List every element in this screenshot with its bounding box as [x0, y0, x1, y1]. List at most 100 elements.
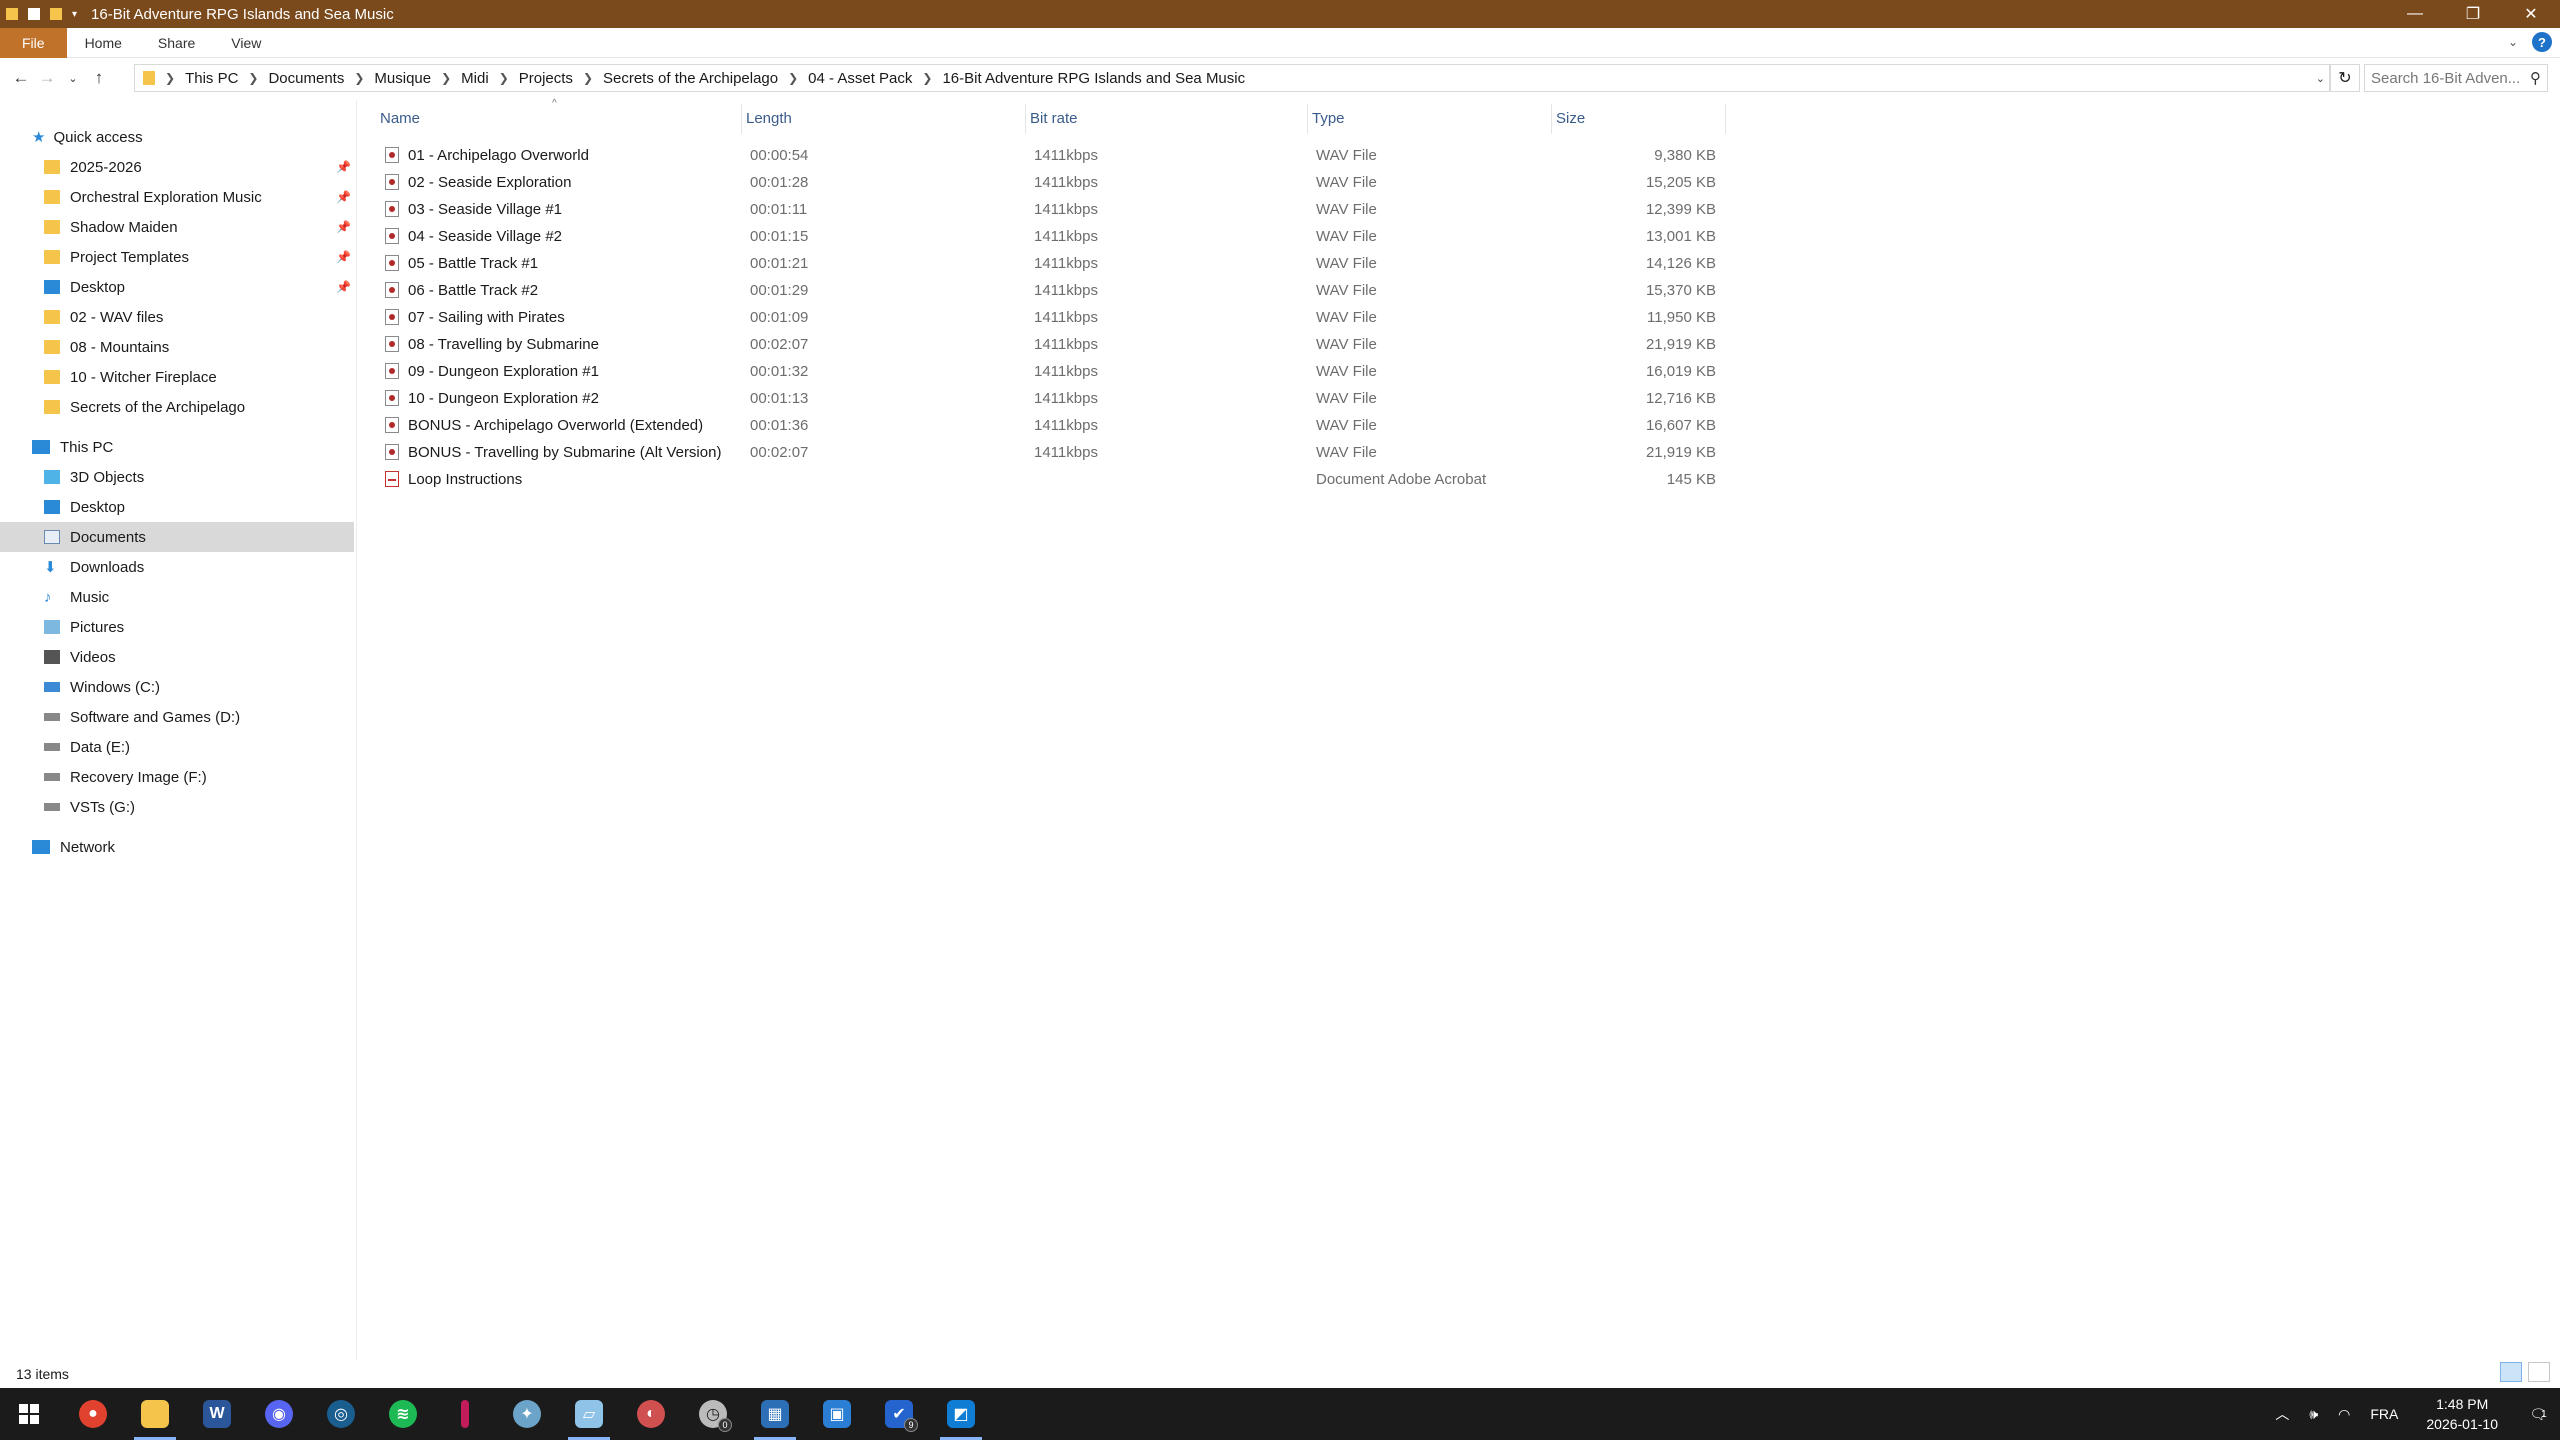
calculator-icon[interactable]: ▦ [744, 1388, 806, 1440]
column-header-type[interactable]: Type [1308, 104, 1552, 134]
column-header-length[interactable]: Length [742, 104, 1026, 134]
chevron-down-icon[interactable]: ⌄ [2316, 72, 2325, 85]
nav-item-documents[interactable]: Documents [0, 522, 354, 552]
chevron-right-icon[interactable]: ❯ [350, 71, 368, 85]
tab-home[interactable]: Home [67, 28, 140, 58]
app-icon[interactable]: ▱ [558, 1388, 620, 1440]
breadcrumb-asset-pack[interactable]: 04 - Asset Pack [802, 70, 918, 87]
refresh-button[interactable]: ↻ [2330, 64, 2360, 92]
file-row[interactable]: 07 - Sailing with Pirates 00:01:09 1411k… [376, 304, 1726, 331]
nav-item-downloads[interactable]: ⬇ Downloads [0, 552, 354, 582]
volume-icon[interactable]: 🕪 [2299, 1406, 2328, 1423]
file-row[interactable]: Loop Instructions Document Adobe Acrobat… [376, 466, 1726, 493]
chevron-right-icon[interactable]: ❯ [918, 71, 936, 85]
chevron-right-icon[interactable]: ❯ [579, 71, 597, 85]
large-icons-view-button[interactable] [2528, 1362, 2550, 1382]
chevron-right-icon[interactable]: ❯ [495, 71, 513, 85]
minimize-button[interactable]: — [2386, 0, 2444, 28]
nav-item-shadow-maiden[interactable]: Shadow Maiden 📌 [0, 212, 354, 242]
back-button[interactable]: ← [8, 68, 34, 88]
column-header-bitrate[interactable]: Bit rate [1026, 104, 1308, 134]
file-row[interactable]: BONUS - Travelling by Submarine (Alt Ver… [376, 439, 1726, 466]
file-row[interactable]: BONUS - Archipelago Overworld (Extended)… [376, 412, 1726, 439]
recent-locations-button[interactable]: ⌄ [60, 72, 86, 85]
nav-item-witcher-fireplace[interactable]: 10 - Witcher Fireplace [0, 362, 354, 392]
nav-network[interactable]: Network [0, 832, 354, 862]
qat-dropdown-icon[interactable]: ▾ [72, 9, 77, 20]
help-icon[interactable]: ? [2532, 32, 2552, 52]
photos-icon[interactable]: ◩ [930, 1388, 992, 1440]
app-icon[interactable]: ◐ [620, 1388, 682, 1440]
notification-center-button[interactable]: 🗨 1 [2516, 1406, 2560, 1423]
file-row[interactable]: 05 - Battle Track #1 00:01:21 1411kbps W… [376, 250, 1726, 277]
restore-button[interactable]: ❐ [2444, 0, 2502, 28]
nav-item-desktop-qa[interactable]: Desktop 📌 [0, 272, 354, 302]
close-button[interactable]: ✕ [2502, 0, 2560, 28]
chevron-right-icon[interactable]: ❯ [784, 71, 802, 85]
app-icon[interactable]: ✦ [496, 1388, 558, 1440]
tab-file[interactable]: File [0, 27, 67, 58]
wifi-icon[interactable]: ◠ [2328, 1406, 2360, 1423]
nav-item-drive-g[interactable]: VSTs (G:) [0, 792, 354, 822]
address-bar[interactable]: ❯ This PC ❯ Documents ❯ Musique ❯ Midi ❯… [134, 64, 2330, 92]
tab-share[interactable]: Share [140, 28, 213, 58]
nav-item-3d-objects[interactable]: 3D Objects [0, 462, 354, 492]
calendar-icon[interactable]: ▣ [806, 1388, 868, 1440]
nav-item-videos[interactable]: Videos [0, 642, 354, 672]
clock[interactable]: 1:48 PM 2026-01-10 [2408, 1394, 2516, 1434]
nav-item-drive-c[interactable]: Windows (C:) [0, 672, 354, 702]
file-row[interactable]: 01 - Archipelago Overworld 00:00:54 1411… [376, 142, 1726, 169]
todo-icon[interactable]: ✔ 9 [868, 1388, 930, 1440]
tab-view[interactable]: View [213, 28, 279, 58]
nav-item-drive-f[interactable]: Recovery Image (F:) [0, 762, 354, 792]
spotify-icon[interactable]: ≋ [372, 1388, 434, 1440]
breadcrumb-projects[interactable]: Projects [513, 70, 579, 87]
file-row[interactable]: 09 - Dungeon Exploration #1 00:01:32 141… [376, 358, 1726, 385]
properties-icon[interactable] [28, 8, 40, 20]
chevron-up-icon[interactable]: ︿ [2265, 1404, 2299, 1424]
breadcrumb-current[interactable]: 16-Bit Adventure RPG Islands and Sea Mus… [936, 70, 1251, 87]
nav-item-desktop[interactable]: Desktop [0, 492, 354, 522]
breadcrumb-musique[interactable]: Musique [368, 70, 437, 87]
breadcrumb-secrets[interactable]: Secrets of the Archipelago [597, 70, 784, 87]
breadcrumb-this-pc[interactable]: This PC [179, 70, 244, 87]
details-view-button[interactable] [2500, 1362, 2522, 1382]
nav-item-pictures[interactable]: Pictures [0, 612, 354, 642]
nav-item-secrets[interactable]: Secrets of the Archipelago [0, 392, 354, 422]
nav-item-drive-e[interactable]: Data (E:) [0, 732, 354, 762]
column-header-size[interactable]: Size [1552, 104, 1726, 134]
file-row[interactable]: 08 - Travelling by Submarine 00:02:07 14… [376, 331, 1726, 358]
file-row[interactable]: 06 - Battle Track #2 00:01:29 1411kbps W… [376, 277, 1726, 304]
chevron-right-icon[interactable]: ❯ [244, 71, 262, 85]
forward-button[interactable]: → [34, 68, 60, 88]
nav-item-orchestral[interactable]: Orchestral Exploration Music 📌 [0, 182, 354, 212]
up-button[interactable]: ↑ [86, 68, 112, 88]
nav-item-mountains[interactable]: 08 - Mountains [0, 332, 354, 362]
app-icon[interactable] [434, 1388, 496, 1440]
steam-icon[interactable]: ◎ [310, 1388, 372, 1440]
column-header-name[interactable]: Name [376, 104, 742, 134]
nav-item-wav-files[interactable]: 02 - WAV files [0, 302, 354, 332]
file-explorer-icon[interactable] [124, 1388, 186, 1440]
clock-app-icon[interactable]: ◷ 0 [682, 1388, 744, 1440]
breadcrumb-documents[interactable]: Documents [262, 70, 350, 87]
search-input[interactable]: Search 16-Bit Adven... ⚲ [2364, 64, 2548, 92]
file-row[interactable]: 10 - Dungeon Exploration #2 00:01:13 141… [376, 385, 1726, 412]
breadcrumb-midi[interactable]: Midi [455, 70, 495, 87]
file-row[interactable]: 04 - Seaside Village #2 00:01:15 1411kbp… [376, 223, 1726, 250]
file-row[interactable]: 03 - Seaside Village #1 00:01:11 1411kbp… [376, 196, 1726, 223]
nav-this-pc[interactable]: This PC [0, 432, 354, 462]
file-row[interactable]: 02 - Seaside Exploration 00:01:28 1411kb… [376, 169, 1726, 196]
nav-quick-access[interactable]: ★ Quick access [0, 122, 354, 152]
pane-divider[interactable] [356, 100, 357, 1360]
word-icon[interactable]: W [186, 1388, 248, 1440]
nav-item-music[interactable]: ♪ Music [0, 582, 354, 612]
nav-item-2025-2026[interactable]: 2025-2026 📌 [0, 152, 354, 182]
chrome-icon[interactable]: ● [62, 1388, 124, 1440]
expand-ribbon-icon[interactable]: ⌄ [2508, 35, 2518, 49]
start-button[interactable] [0, 1388, 58, 1440]
discord-icon[interactable]: ◉ [248, 1388, 310, 1440]
nav-item-drive-d[interactable]: Software and Games (D:) [0, 702, 354, 732]
new-folder-icon[interactable] [50, 8, 62, 20]
language-indicator[interactable]: FRA [2360, 1406, 2408, 1422]
